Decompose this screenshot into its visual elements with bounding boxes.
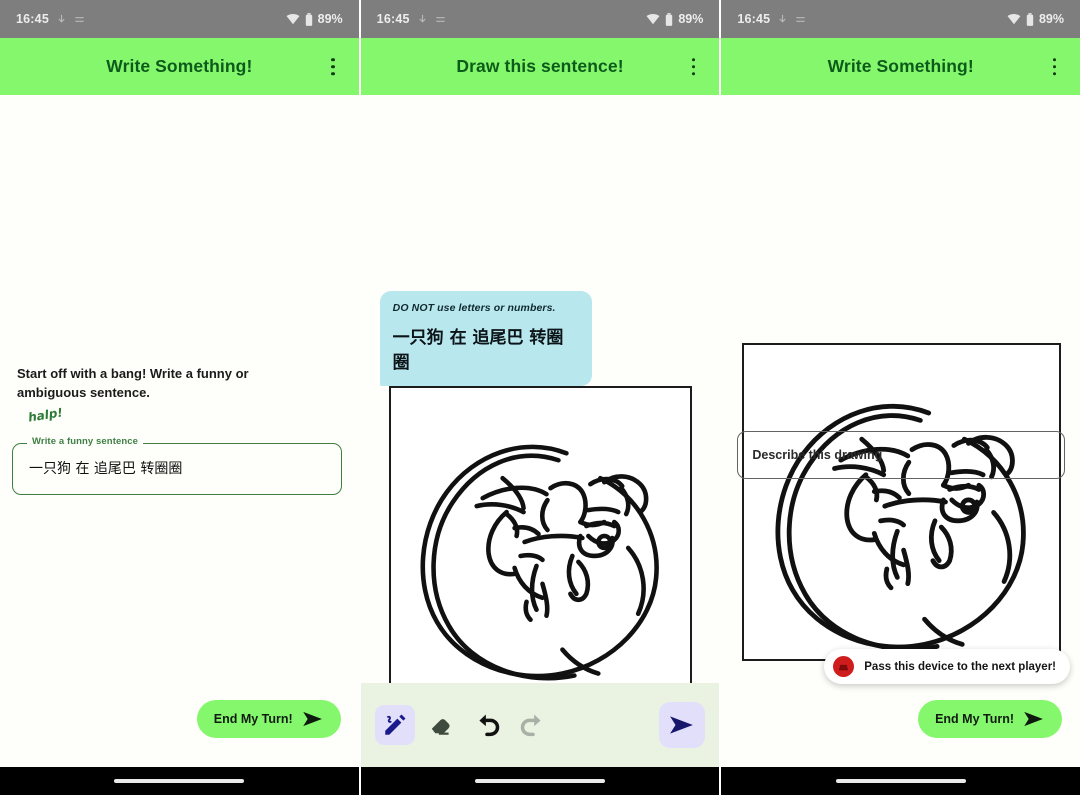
pen-tool[interactable] (374, 705, 415, 745)
battery-percent: 89% (1038, 12, 1065, 26)
status-bar-left: 16:45 (737, 12, 806, 26)
end-turn-button[interactable]: End My Turn! (196, 700, 341, 738)
redo-button[interactable] (513, 705, 553, 745)
app-bar: Write Something! (0, 38, 359, 95)
describe-drawing-placeholder: Describe this drawing (752, 448, 883, 462)
bubble-warning-text: DO NOT use letters or numbers. (392, 302, 556, 314)
kebab-menu-icon[interactable] (688, 54, 700, 80)
status-bar-right: 89% (286, 12, 343, 26)
describe-drawing-input[interactable]: Describe this drawing (737, 431, 1066, 479)
eraser-tool[interactable] (421, 705, 461, 745)
battery-percent: 89% (317, 12, 343, 26)
system-nav-bar (721, 767, 1080, 795)
screen-body: Start off with a bang! Write a funny or … (0, 95, 359, 767)
submit-drawing-button[interactable] (659, 702, 706, 748)
notification-icon (58, 14, 65, 23)
status-bar-left: 16:45 (377, 12, 446, 26)
status-bar: 16:45 89% (360, 0, 720, 38)
status-bar-right: 89% (1007, 12, 1064, 26)
prompt-text: Start off with a bang! Write a funny or … (17, 366, 249, 400)
drawing-preview (742, 343, 1062, 661)
screen-write-something: 16:45 89% Write Something! Start off wit… (0, 0, 359, 795)
send-arrow-icon (670, 716, 694, 734)
battery-percent: 89% (678, 12, 704, 26)
app-bar: Draw this sentence! (360, 38, 720, 95)
page-title: Write Something! (106, 56, 253, 76)
status-time: 16:45 (16, 12, 49, 26)
nav-home-pill[interactable] (475, 778, 605, 784)
player-avatar-icon (833, 656, 855, 677)
system-nav-bar (360, 767, 720, 795)
sentence-input-value: 一只狗 在 追尾巴 转圈圈 (29, 461, 183, 477)
sentence-bubble: DO NOT use letters or numbers. 一只狗 在 追尾巴… (379, 291, 592, 386)
end-turn-button[interactable]: End My Turn! (918, 700, 1063, 738)
undo-icon (479, 714, 499, 737)
dog-doodle (420, 444, 659, 681)
send-arrow-icon (1024, 711, 1043, 727)
status-bar: 16:45 89% (721, 0, 1080, 38)
app-bar: Write Something! (721, 38, 1080, 95)
screen-body: Describe this drawing Pass this device t… (721, 95, 1080, 767)
undo-button[interactable] (467, 705, 507, 745)
sentence-input[interactable]: Write a funny sentence 一只狗 在 追尾巴 转圈圈 (12, 436, 342, 495)
page-title: Draw this sentence! (456, 56, 624, 76)
eraser-icon (431, 719, 450, 735)
avatar-glyph (839, 664, 849, 671)
status-time: 16:45 (376, 12, 410, 26)
status-bar-right: 89% (646, 12, 703, 26)
battery-icon (305, 12, 312, 26)
redo-icon (520, 714, 541, 737)
drawing-canvas[interactable] (388, 386, 692, 690)
notification-icon (779, 14, 786, 23)
wifi-icon (646, 14, 660, 25)
nav-home-pill[interactable] (114, 778, 245, 784)
dog-doodle (775, 403, 1027, 652)
nav-home-pill[interactable] (835, 778, 966, 784)
battery-icon (666, 12, 673, 26)
toast-message: Pass this device to the next player! (864, 660, 1057, 673)
system-nav-bar (0, 767, 359, 795)
notification-icon (796, 16, 805, 22)
status-bar-left: 16:45 (16, 12, 85, 26)
status-time: 16:45 (737, 12, 771, 26)
pass-device-toast: Pass this device to the next player! (824, 649, 1071, 684)
wifi-icon (1007, 14, 1021, 25)
notification-icon (419, 14, 426, 23)
send-arrow-icon (302, 711, 322, 727)
end-turn-label: End My Turn! (213, 712, 293, 726)
three-phone-screenshots: 16:45 89% Write Something! Start off wit… (0, 0, 1080, 795)
kebab-menu-icon[interactable] (1049, 54, 1061, 80)
end-turn-label: End My Turn! (935, 712, 1015, 726)
status-bar: 16:45 89% (0, 0, 359, 38)
sentence-input-label: Write a funny sentence (27, 436, 144, 447)
pen-icon (384, 714, 406, 735)
page-title: Write Something! (827, 56, 974, 76)
kebab-menu-icon[interactable] (327, 54, 339, 80)
battery-icon (1026, 12, 1034, 26)
bubble-sentence-text: 一只狗 在 追尾巴 转圈圈 (392, 328, 564, 373)
screen-describe-drawing: 16:45 89% Write Something! Describe this… (719, 0, 1080, 795)
screen-draw-this-sentence: 16:45 89% Draw this sentence! DO NOT use… (358, 0, 720, 795)
screen-body: DO NOT use letters or numbers. 一只狗 在 追尾巴… (360, 95, 720, 767)
notification-icon (436, 16, 445, 22)
drawing-toolbar (360, 683, 720, 767)
notification-icon (75, 16, 84, 22)
halp-doodle-label: halp! (27, 405, 64, 425)
wifi-icon (286, 14, 300, 25)
